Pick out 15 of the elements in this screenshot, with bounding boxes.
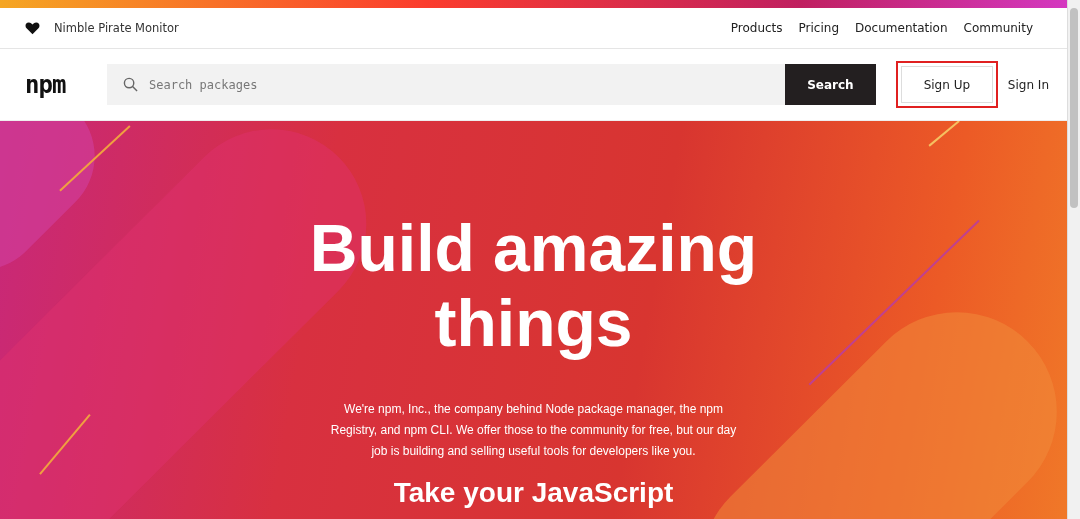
search-button[interactable]: Search [784,64,876,105]
sign-in-link[interactable]: Sign In [1007,77,1049,92]
scrollbar[interactable] [1067,0,1080,519]
npm-logo[interactable]: npm [25,70,107,99]
hero-description: We're npm, Inc., the company behind Node package manager, the npm Registry, and npm CLI. We offer those to the community for free, but our day job is building and selling useful tools for developers like you. [329,401,738,460]
nav-link[interactable]: Documentation [855,21,948,35]
search-field[interactable]: Search packages [107,64,785,105]
sign-up-button[interactable]: Sign Up [900,66,993,103]
nav-link[interactable]: Pricing [798,21,840,35]
hero-heading: Build amazing things [308,211,759,361]
nav-link[interactable]: Products [730,21,783,35]
hero-subheading: Take your JavaScript [393,476,674,510]
nav-link[interactable]: Community [963,21,1033,35]
brand-name: Nimble Pirate Monitor [54,21,179,35]
heart-icon[interactable] [25,21,40,35]
